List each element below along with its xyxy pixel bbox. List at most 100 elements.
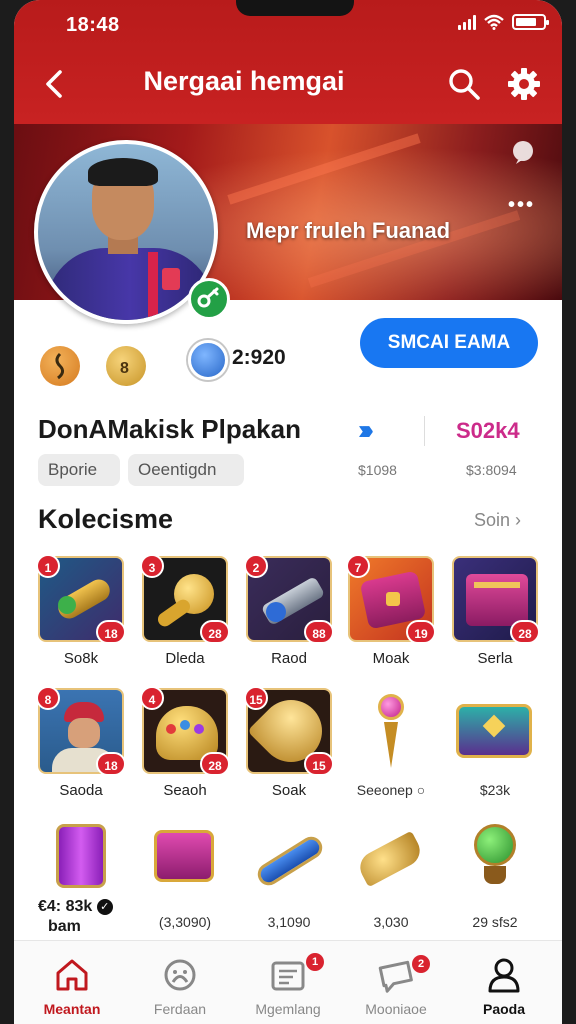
item-count: 18 bbox=[96, 620, 126, 644]
orb-icon bbox=[474, 824, 516, 866]
nav-item-label: Mooniaoe bbox=[365, 1001, 427, 1017]
avatar-jersey bbox=[46, 248, 214, 320]
notification-badge: 2 bbox=[412, 955, 430, 973]
item-thumbnail bbox=[348, 688, 434, 774]
item-count: 28 bbox=[200, 620, 230, 644]
item-rank: 2 bbox=[244, 554, 268, 578]
item-label: Moak bbox=[372, 650, 410, 667]
chat-bubble-icon[interactable] bbox=[510, 140, 536, 164]
item-count: 28 bbox=[200, 752, 230, 776]
gear-icon[interactable] bbox=[506, 66, 542, 102]
item-label: 3,1090 bbox=[267, 914, 311, 930]
trim-icon bbox=[474, 582, 520, 588]
status-time: 18:48 bbox=[66, 14, 120, 36]
item-count: 18 bbox=[96, 752, 126, 776]
profile-stat-sub: $1098 bbox=[358, 462, 397, 478]
page-title: Nergaai hemgai bbox=[143, 66, 345, 96]
nav-item-explore[interactable]: Ferdaan bbox=[126, 949, 234, 1023]
coin-count: 2:920 bbox=[232, 346, 286, 369]
see-all-link[interactable]: Soin › bbox=[474, 510, 521, 531]
item-thumbnail bbox=[348, 820, 434, 906]
wifi-icon bbox=[484, 14, 504, 30]
avatar-crest bbox=[162, 268, 180, 290]
camera-notch bbox=[236, 0, 354, 16]
signal-icon bbox=[458, 14, 476, 30]
gem-icon bbox=[58, 596, 76, 614]
canister-icon bbox=[56, 824, 106, 888]
profile-stat: S02k4 bbox=[456, 418, 520, 443]
search-icon[interactable] bbox=[446, 66, 482, 102]
app-screen: 18:48 Nergaai hemgai ••• Mepr fruleh Fua… bbox=[14, 0, 562, 1024]
item-label: 3,030 bbox=[373, 914, 409, 930]
see-all-label: Soin bbox=[474, 510, 511, 530]
item-count: 19 bbox=[406, 620, 436, 644]
horn-icon bbox=[354, 830, 426, 888]
section-title: Kolecisme bbox=[38, 504, 174, 534]
check-icon: ✓ bbox=[96, 898, 113, 915]
banner-caption: Mepr fruleh Fuanad bbox=[246, 218, 451, 243]
status-icons bbox=[458, 14, 549, 30]
battery-icon bbox=[512, 14, 549, 30]
scroll-icon bbox=[253, 832, 327, 890]
nav-item-home[interactable]: Meantan bbox=[18, 949, 126, 1023]
item-label: So8k bbox=[63, 650, 99, 667]
item-rank: 1 bbox=[36, 554, 60, 578]
item-thumbnail bbox=[38, 820, 124, 906]
item-label-text: Seeonep bbox=[356, 782, 413, 798]
item-label: Dleda bbox=[165, 650, 205, 667]
chevron-right-icon: › bbox=[515, 510, 522, 530]
nav-item-label: Mgemlang bbox=[255, 1001, 321, 1017]
profile-stat-sub: $3:8094 bbox=[466, 462, 517, 478]
tag-chip[interactable]: Oeentigdn bbox=[128, 454, 244, 486]
nav-item-inbox[interactable]: 1 Mgemlang bbox=[234, 949, 342, 1023]
nav-item-label: Ferdaan bbox=[153, 1001, 207, 1017]
chest-icon bbox=[154, 830, 214, 882]
tag-chip[interactable]: Bporie bbox=[38, 454, 120, 486]
item-price-text: €4: 83k bbox=[38, 898, 93, 915]
phone-frame: 18:48 Nergaai hemgai ••• Mepr fruleh Fua… bbox=[0, 0, 576, 1024]
item-label: Saoda bbox=[59, 782, 103, 799]
medal-icon[interactable] bbox=[40, 346, 80, 386]
orb-icon bbox=[378, 694, 404, 720]
forward-arrows-icon[interactable]: ››› bbox=[358, 414, 374, 446]
item-label: Seeonep ○ bbox=[356, 782, 426, 798]
profile-name: DonAMakisk Plpakan bbox=[38, 414, 301, 444]
nav-item-label: Meantan bbox=[43, 1001, 101, 1017]
chevron-left-icon[interactable] bbox=[38, 66, 74, 102]
item-label: Soak bbox=[271, 782, 307, 799]
primary-action-button[interactable]: SMCAI EAMA bbox=[360, 318, 538, 368]
item-label: Serla bbox=[477, 650, 513, 667]
item-thumbnail bbox=[452, 820, 538, 906]
item-count: 28 bbox=[510, 620, 540, 644]
verified-badge-icon bbox=[188, 278, 230, 320]
top-bar: 18:48 Nergaai hemgai bbox=[14, 0, 562, 124]
scepter-icon bbox=[384, 722, 398, 768]
stand-icon bbox=[484, 866, 506, 884]
chat-icon bbox=[378, 960, 413, 993]
svg-text:8: 8 bbox=[120, 360, 129, 377]
gem-icon bbox=[266, 602, 286, 622]
item-label: $23k bbox=[479, 782, 511, 798]
item-label: 29 sfs2 bbox=[472, 914, 518, 930]
more-options-icon[interactable]: ••• bbox=[508, 194, 535, 217]
gem-icon bbox=[180, 720, 190, 730]
trophy-icon[interactable]: 8 bbox=[106, 346, 146, 386]
inbox-icon bbox=[271, 961, 305, 991]
item-thumbnail bbox=[142, 820, 228, 906]
item-label: Seaoh bbox=[163, 782, 207, 799]
compass-icon bbox=[164, 959, 196, 991]
item-label: (3,3090) bbox=[158, 914, 212, 930]
item-count: 88 bbox=[304, 620, 334, 644]
item-price: €4: 83k ✓ bbox=[38, 898, 113, 916]
gem-icon bbox=[166, 724, 176, 734]
avatar-hair bbox=[88, 158, 158, 186]
nav-item-profile[interactable]: Paoda bbox=[450, 949, 558, 1023]
item-price-sub: bam bbox=[48, 918, 81, 935]
item-count: 15 bbox=[304, 752, 334, 776]
lock-icon bbox=[386, 592, 400, 606]
item-thumbnail bbox=[246, 820, 332, 906]
item-rank: 8 bbox=[36, 686, 60, 710]
nav-item-messages[interactable]: 2 Mooniaoe bbox=[342, 949, 450, 1023]
divider bbox=[424, 416, 425, 446]
item-rank: 15 bbox=[244, 686, 268, 710]
